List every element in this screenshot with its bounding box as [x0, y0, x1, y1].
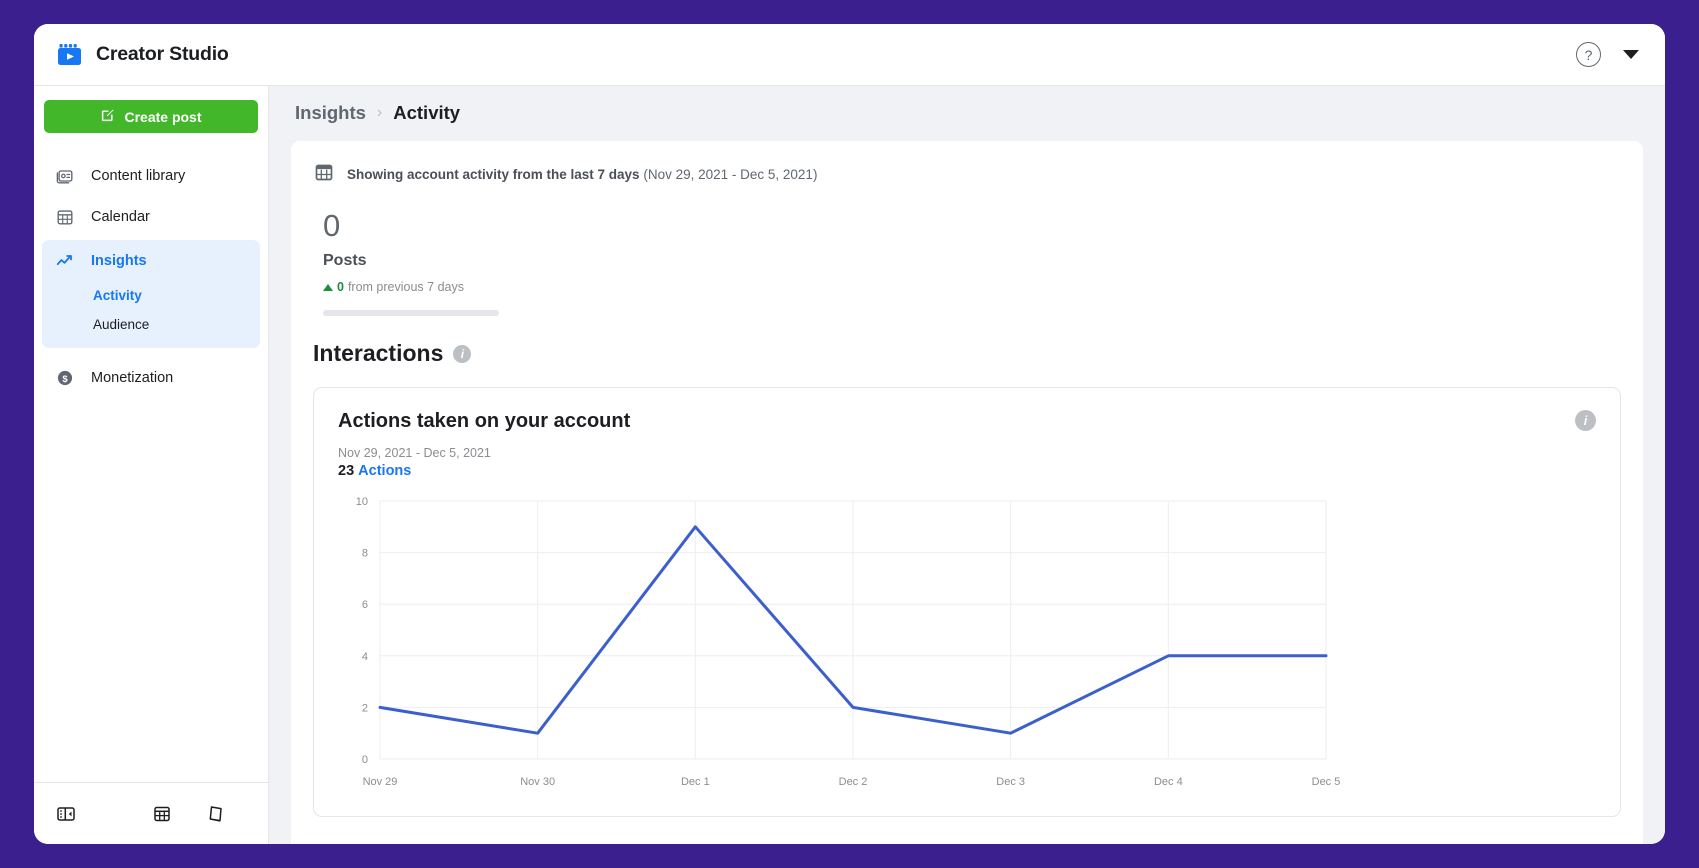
stat-progress-bar [323, 310, 499, 316]
calendar-icon [54, 206, 75, 227]
info-icon[interactable]: i [453, 344, 472, 363]
svg-text:10: 10 [356, 496, 368, 508]
posts-stat: 0 Posts 0 from previous 7 days [313, 210, 1621, 316]
svg-text:Dec 3: Dec 3 [996, 776, 1025, 788]
interactions-heading: Interactions i [313, 340, 1621, 367]
sidebar-item-audience[interactable]: Audience [42, 310, 260, 339]
date-range-bold: Showing account activity from the last 7… [347, 167, 640, 182]
sidebar-item-label: Monetization [91, 369, 174, 386]
sidebar-group-insights: Insights Activity Audience [42, 240, 260, 348]
sidebar-item-content-library[interactable]: Content library [42, 155, 260, 196]
sidebar-item-monetization[interactable]: $ Monetization [42, 357, 260, 398]
main-content: Insights › Activity Showing account acti… [269, 86, 1665, 844]
top-bar-actions: ? [1576, 42, 1639, 67]
brand[interactable]: Creator Studio [56, 41, 229, 68]
help-icon[interactable]: ? [1576, 42, 1601, 67]
delta-text: from previous 7 days [347, 280, 464, 294]
app-title: Creator Studio [96, 43, 229, 65]
svg-text:4: 4 [362, 651, 368, 663]
compose-icon [100, 108, 115, 126]
sidebar-item-label: Content library [91, 167, 186, 184]
sidebar-item-calendar[interactable]: Calendar [42, 196, 260, 237]
svg-text:Dec 4: Dec 4 [1154, 776, 1183, 788]
calendar-range-icon [313, 161, 335, 188]
chart-title: Actions taken on your account [338, 410, 631, 432]
triangle-up-icon [323, 283, 333, 291]
date-range-row: Showing account activity from the last 7… [313, 161, 1621, 188]
create-post-label: Create post [124, 108, 202, 125]
svg-text:$: $ [62, 373, 68, 384]
actions-chart-card: Actions taken on your account i Nov 29, … [313, 387, 1621, 817]
chart-total-row: 23 Actions [338, 463, 1596, 479]
posts-stat-label: Posts [323, 252, 367, 269]
app-window: Creator Studio ? Create post Content lib… [34, 24, 1665, 844]
line-chart-svg: 0 2 4 6 8 10 Nov 29 Nov 30 Dec 1 Dec 2 Dec 3 Dec 4 D… [356, 496, 1341, 788]
svg-text:8: 8 [362, 548, 368, 560]
interactions-label: Interactions [313, 340, 444, 366]
chart-date-range: Nov 29, 2021 - Dec 5, 2021 [338, 446, 491, 460]
sidebar-item-activity[interactable]: Activity [42, 281, 260, 310]
sidebar-item-insights[interactable]: Insights [42, 240, 260, 281]
svg-text:Dec 2: Dec 2 [839, 776, 868, 788]
posts-stat-value: 0 [323, 208, 341, 243]
svg-text:Nov 30: Nov 30 [520, 776, 555, 788]
top-bar: Creator Studio ? [34, 24, 1665, 86]
breadcrumb: Insights › Activity [291, 102, 1643, 124]
insights-chart-icon [54, 250, 75, 271]
chart-plot: 0 2 4 6 8 10 Nov 29 Nov 30 Dec 1 Dec 2 Dec 3 Dec 4 D… [338, 491, 1596, 806]
creator-studio-logo-icon [56, 41, 83, 68]
delta-value: 0 [337, 280, 344, 294]
content-library-icon [54, 165, 75, 186]
svg-text:2: 2 [362, 702, 368, 714]
chevron-down-icon[interactable] [1623, 50, 1639, 59]
date-range-dates: (Nov 29, 2021 - Dec 5, 2021) [643, 167, 818, 182]
sidebar-nav: Content library Calendar Insights Activi… [34, 155, 268, 398]
sidebar: Create post Content library Calendar Ins… [34, 86, 269, 844]
sidebar-subitem-label: Audience [93, 317, 150, 332]
sidebar-subitem-label: Activity [93, 288, 142, 303]
sidebar-item-label: Calendar [91, 208, 150, 225]
collapse-sidebar-icon[interactable] [54, 802, 78, 826]
activity-panel: Showing account activity from the last 7… [291, 141, 1643, 844]
date-range-text: Showing account activity from the last 7… [347, 167, 817, 182]
info-icon[interactable]: i [1575, 410, 1596, 431]
svg-text:Nov 29: Nov 29 [363, 776, 398, 788]
notes-book-icon[interactable] [204, 802, 228, 826]
sidebar-footer-right [150, 802, 248, 826]
sidebar-footer-left [54, 802, 78, 826]
chart-total-label[interactable]: Actions [358, 463, 411, 479]
app-body: Create post Content library Calendar Ins… [34, 86, 1665, 844]
breadcrumb-current: Activity [393, 102, 461, 123]
svg-text:6: 6 [362, 599, 368, 611]
chart-total-value: 23 [338, 463, 355, 479]
breadcrumb-separator-icon: › [376, 104, 383, 121]
grid-table-icon[interactable] [150, 802, 174, 826]
sidebar-footer [34, 782, 268, 844]
sidebar-item-label: Insights [91, 252, 147, 269]
breadcrumb-parent[interactable]: Insights [295, 102, 366, 124]
create-post-button[interactable]: Create post [44, 100, 258, 133]
svg-text:Dec 5: Dec 5 [1312, 776, 1341, 788]
posts-stat-delta: 0 from previous 7 days [323, 280, 1621, 294]
svg-text:Dec 1: Dec 1 [681, 776, 710, 788]
dollar-circle-icon: $ [54, 367, 75, 388]
desktop-backdrop: Creator Studio ? Create post Content lib… [0, 0, 1699, 868]
svg-text:0: 0 [362, 754, 368, 766]
